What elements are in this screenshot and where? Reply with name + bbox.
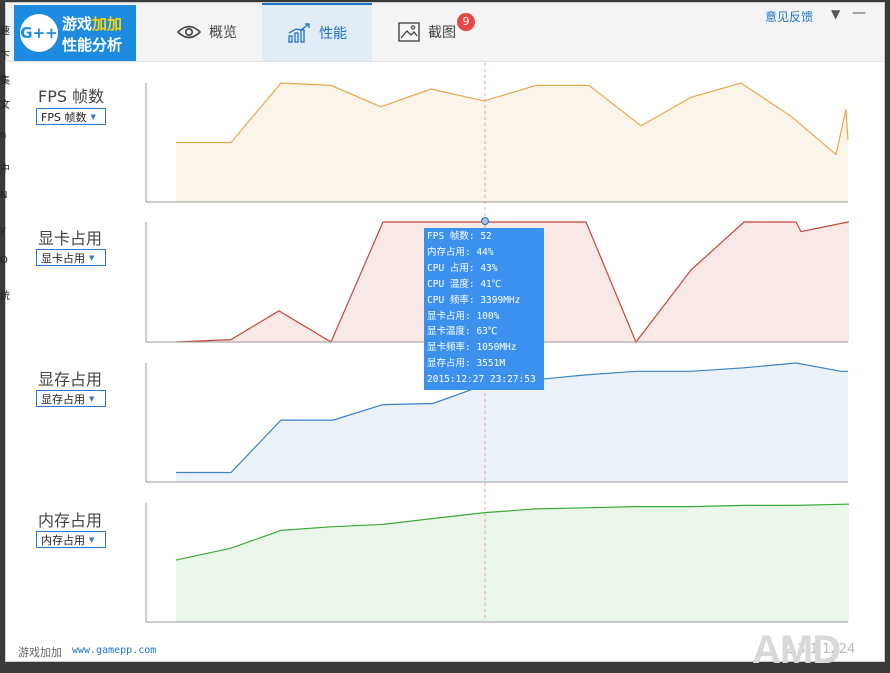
edge-char: 文 — [0, 100, 10, 111]
tooltip-line: CPU 占用: 43% — [427, 262, 498, 274]
tooltip-line: CPU 频率: 3399MHz — [427, 294, 521, 306]
edge-char: 统 — [0, 291, 10, 302]
tooltip-line: 显存占用: 3551M — [427, 358, 506, 370]
edge-char: 中 — [0, 164, 10, 175]
website-link[interactable]: www.gamepp.com — [72, 645, 156, 656]
tooltip-line: FPS 帧数: 52 — [427, 231, 492, 242]
tooltip-line: 2015:12:27 23:27:53 — [427, 374, 536, 386]
fps-area — [176, 83, 848, 202]
footer-app-name: 游戏加加 — [18, 646, 62, 659]
edge-char: N — [0, 190, 8, 201]
ram-area — [176, 504, 849, 622]
edge-char: 集 — [0, 76, 10, 87]
edge-char: 下 — [0, 51, 10, 62]
app-window: G++ 游戏加加 性能分析 概览 性能 截图 9 意见反馈 ▼ — FPS 帧数… — [5, 2, 885, 662]
tooltip-line: 显卡频率: 1050MHz — [427, 342, 517, 354]
data-tooltip: FPS 帧数: 52 内存占用: 44% CPU 占用: 43% CPU 温度: 41… — [424, 228, 544, 390]
tooltip-line: 显卡温度: 63℃ — [427, 326, 498, 338]
tooltip-line: CPU 温度: 41℃ — [427, 278, 502, 290]
edge-char: 速 — [0, 26, 10, 37]
tooltip-line: 显卡占用: 100% — [427, 310, 500, 322]
tooltip-line: 内存占用: 44% — [427, 246, 494, 258]
edge-char: O — [0, 255, 8, 266]
amd-logo: AMD — [752, 628, 841, 672]
hover-marker — [481, 217, 489, 225]
edge-char: y — [0, 225, 6, 236]
edge-char: n — [0, 130, 7, 141]
